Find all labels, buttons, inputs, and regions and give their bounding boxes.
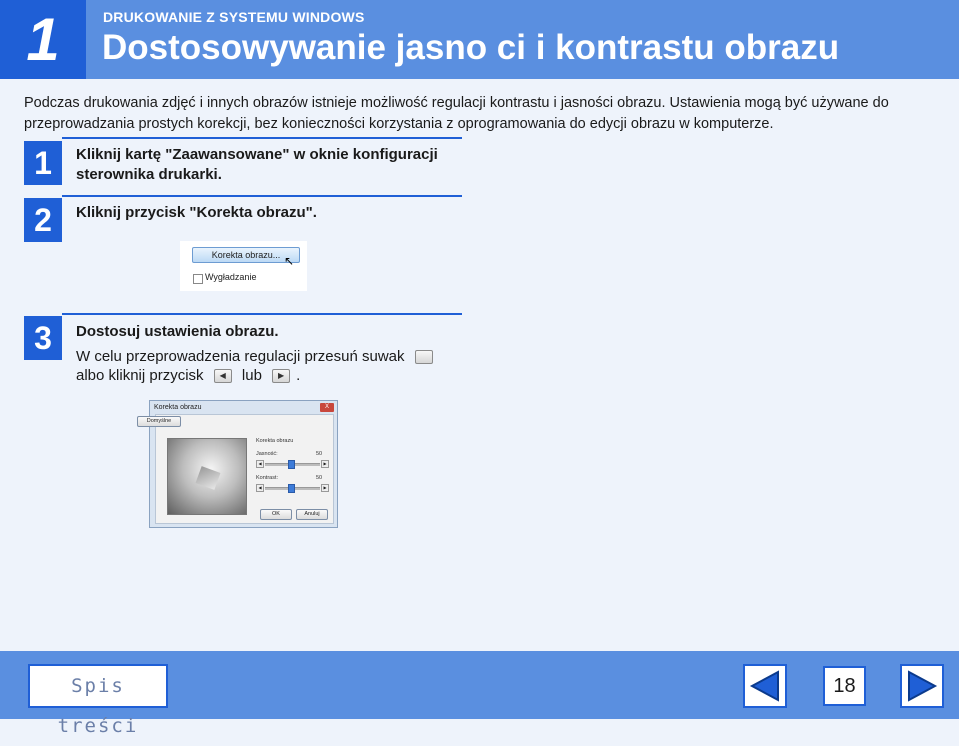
step-3-body-line2a: albo kliknij przycisk (76, 367, 204, 384)
smoothing-checkbox[interactable] (193, 274, 203, 284)
step-3-number: 3 (24, 316, 62, 360)
ok-button[interactable]: OK (260, 509, 292, 520)
left-triangle-icon (749, 670, 779, 702)
brightness-left-arrow[interactable]: ◀ (256, 460, 264, 468)
brightness-label: Jasność: (256, 451, 278, 457)
contrast-value: 50 (316, 475, 323, 481)
next-page-button[interactable] (900, 664, 944, 708)
step-2-text: Kliknij przycisk "Korekta obrazu". (76, 204, 317, 221)
step-1-divider (62, 137, 462, 139)
step-3-text: Dostosuj ustawienia obrazu. (76, 323, 279, 340)
smoothing-label: Wygładzanie (205, 272, 257, 282)
brightness-right-arrow[interactable]: ▶ (321, 460, 329, 468)
left-arrow-icon: ◀ (213, 369, 232, 384)
page-number: 18 (823, 666, 866, 706)
adjustment-group-label: Korekta obrazu (256, 438, 294, 444)
driver-screenshot: Korekta obrazu... ↖ Wygładzanie (180, 241, 307, 291)
contrast-right-arrow[interactable]: ▶ (321, 484, 329, 492)
section-title: DRUKOWANIE Z SYSTEMU WINDOWS (103, 9, 365, 25)
contrast-thumb[interactable] (288, 484, 295, 493)
contrast-left-arrow[interactable]: ◀ (256, 484, 264, 492)
contrast-label: Kontrast: (256, 475, 279, 481)
dialog-body: Korekta obrazu Jasność: 50 ◀ ▶ Kontrast:… (155, 414, 334, 524)
slider-thumb-icon (414, 350, 433, 365)
right-arrow-icon: ▶ (272, 369, 291, 384)
right-triangle-icon (908, 670, 938, 702)
step-1-number: 1 (24, 141, 62, 185)
step-3-divider (62, 313, 462, 315)
preview-image (167, 438, 247, 515)
cancel-button[interactable]: Anuluj (296, 509, 328, 520)
close-icon[interactable]: X (320, 403, 334, 412)
cursor-icon: ↖ (284, 254, 295, 268)
step-3-body-line1: W celu przeprowadzenia regulacji przesuń… (76, 348, 405, 365)
brightness-value: 50 (316, 451, 323, 457)
brightness-thumb[interactable] (288, 460, 295, 469)
step-3-body: W celu przeprowadzenia regulacji przesuń… (76, 347, 466, 385)
chapter-number: 1 (0, 0, 86, 79)
step-3-body-line2b: lub (241, 367, 262, 384)
page-title: Dostosowywanie jasno ci i kontrastu obra… (102, 28, 840, 67)
step-3-body-line2c: . (296, 367, 301, 384)
previous-page-button[interactable] (743, 664, 787, 708)
default-button[interactable]: Domyślne (137, 416, 181, 427)
toc-button[interactable]: Spis treści (28, 664, 168, 737)
dialog-title: Korekta obrazu (154, 404, 202, 411)
step-2-number: 2 (24, 198, 62, 242)
intro-paragraph: Podczas drukowania zdjęć i innych obrazó… (24, 95, 889, 132)
step-1-text: Kliknij kartę "Zaawansowane" w oknie kon… (76, 146, 438, 183)
step-2-divider (62, 195, 462, 197)
